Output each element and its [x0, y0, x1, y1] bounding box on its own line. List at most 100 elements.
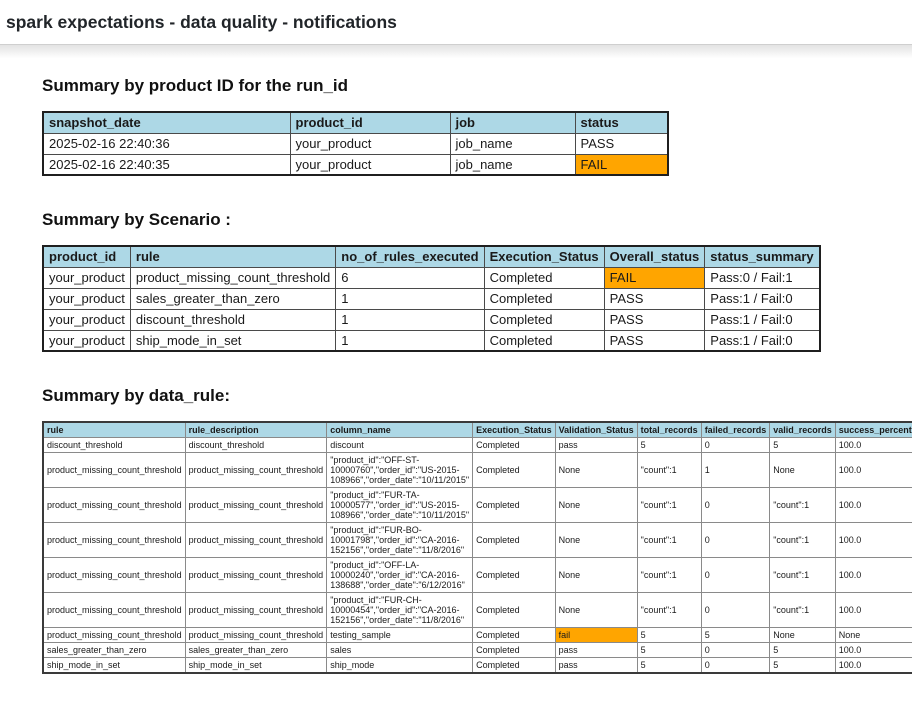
table-cell: discount_threshold	[42, 437, 186, 453]
column-header: rule	[129, 245, 337, 268]
table-row: product_missing_count_threshold product_m…	[42, 557, 912, 593]
column-header: total_records	[636, 421, 702, 438]
column-header: job	[449, 111, 576, 134]
table-row: your_product ship_mode_in_set 1 Completed PA…	[42, 329, 821, 352]
table-cell: Completed	[472, 592, 556, 628]
table-cell: product_missing_count_threshold	[129, 266, 337, 289]
product-summary-heading: Summary by product ID for the run_id	[42, 76, 349, 95]
table-cell: 6	[335, 266, 485, 289]
table-cell: "count":1	[769, 487, 836, 523]
table-cell: None	[769, 627, 836, 643]
table-cell: product_missing_count_threshold	[184, 487, 328, 523]
column-header: status	[574, 111, 669, 134]
table-cell: your_product	[42, 308, 131, 331]
table-cell: Pass:1 / Fail:0	[704, 308, 821, 331]
column-header: failed_records	[700, 421, 771, 438]
table-cell: 0	[700, 522, 771, 558]
table-cell: 0	[700, 487, 771, 523]
table-row: your_product sales_greater_than_zero 1 Comp…	[42, 287, 821, 310]
table-cell: discount_threshold	[184, 437, 328, 453]
table-cell: 100.0	[834, 592, 912, 628]
table-cell: "count":1	[636, 487, 702, 523]
table-cell: None	[554, 487, 638, 523]
table-cell: sales	[326, 642, 474, 658]
table-cell: fail	[554, 627, 638, 643]
report-content: Summary by product ID for the run_id sna…	[0, 58, 912, 684]
table-row: product_missing_count_threshold product_m…	[42, 487, 912, 523]
table-row: sales_greater_than_zero sales_greater_tha…	[42, 642, 912, 658]
table-cell: "count":1	[769, 557, 836, 593]
table-cell: pass	[554, 657, 638, 674]
table-cell: 0	[700, 657, 771, 674]
column-header: column_name	[326, 421, 474, 438]
table-cell: 100.0	[834, 522, 912, 558]
table-cell: your_product	[42, 287, 131, 310]
table-cell: Pass:1 / Fail:0	[704, 287, 821, 310]
table-cell: "count":1	[636, 452, 702, 488]
table-cell: "count":1	[769, 522, 836, 558]
table-cell: 100.0	[834, 487, 912, 523]
column-header: snapshot_date	[42, 111, 291, 134]
column-header: rule	[42, 421, 186, 438]
table-cell: Pass:1 / Fail:0	[704, 329, 821, 352]
table-cell: "product_id":"OFF-LA-10000240","order_id…	[326, 557, 474, 593]
table-cell: product_missing_count_threshold	[42, 627, 186, 643]
table-cell: your_product	[42, 329, 131, 352]
table-cell: 100.0	[834, 642, 912, 658]
table-row: product_missing_count_threshold product_m…	[42, 627, 912, 643]
table-cell: product_missing_count_threshold	[184, 452, 328, 488]
table-cell: product_missing_count_threshold	[184, 522, 328, 558]
table-cell: Completed	[472, 657, 556, 674]
table-cell: 0	[700, 642, 771, 658]
table-cell: "count":1	[636, 522, 702, 558]
table-cell: Pass:0 / Fail:1	[704, 266, 821, 289]
table-row: 2025-02-16 22:40:35 your_product job_name F…	[42, 153, 669, 176]
table-cell: sales_greater_than_zero	[42, 642, 186, 658]
section-product-summary: Summary by product ID for the run_id sna…	[42, 76, 905, 176]
scenario-summary-heading: Summary by Scenario :	[42, 210, 231, 229]
table-cell: job_name	[449, 153, 576, 176]
table-cell: ship_mode_in_set	[184, 657, 328, 674]
section-data-rule-summary: Summary by data_rule: rule rule_descripti…	[42, 386, 912, 674]
table-cell: Completed	[483, 329, 605, 352]
table-cell: sales_greater_than_zero	[184, 642, 328, 658]
table-cell: "count":1	[636, 592, 702, 628]
table-cell: Completed	[483, 308, 605, 331]
table-cell: testing_sample	[326, 627, 474, 643]
data-rule-summary-heading: Summary by data_rule:	[42, 386, 231, 405]
column-header: valid_records	[769, 421, 836, 438]
table-cell: 5	[636, 627, 702, 643]
table-cell: 5	[636, 642, 702, 658]
table-cell: your_product	[42, 266, 131, 289]
column-header: rule_description	[184, 421, 328, 438]
table-header-row: rule rule_description column_name Execution…	[42, 421, 912, 438]
table-cell: ship_mode_in_set	[129, 329, 337, 352]
table-row: discount_threshold discount_threshold disc…	[42, 437, 912, 453]
data-rule-summary-table: rule rule_description column_name Execution…	[42, 421, 912, 674]
table-cell: None	[554, 592, 638, 628]
table-cell: 1	[335, 329, 485, 352]
table-cell: FAIL	[574, 153, 669, 176]
column-header: Overall_status	[603, 245, 706, 268]
table-row: product_missing_count_threshold product_m…	[42, 452, 912, 488]
table-cell: 5	[636, 437, 702, 453]
table-cell: 100.0	[834, 557, 912, 593]
table-cell: Completed	[483, 266, 605, 289]
table-cell: 0	[700, 592, 771, 628]
table-cell: 100.0	[834, 437, 912, 453]
column-header: success_percentage	[834, 421, 912, 438]
table-cell: product_missing_count_threshold	[184, 557, 328, 593]
table-cell: product_missing_count_threshold	[184, 627, 328, 643]
table-cell: pass	[554, 642, 638, 658]
table-cell: discount	[326, 437, 474, 453]
table-row: your_product product_missing_count_thresh…	[42, 266, 821, 289]
column-header: product_id	[42, 245, 131, 268]
table-cell: 100.0	[834, 452, 912, 488]
table-cell: 1	[335, 287, 485, 310]
table-cell: 5	[769, 657, 836, 674]
table-row: product_missing_count_threshold product_m…	[42, 592, 912, 628]
table-cell: 100.0	[834, 657, 912, 674]
table-cell: 0	[700, 437, 771, 453]
table-cell: 0	[700, 557, 771, 593]
table-cell: Completed	[472, 487, 556, 523]
